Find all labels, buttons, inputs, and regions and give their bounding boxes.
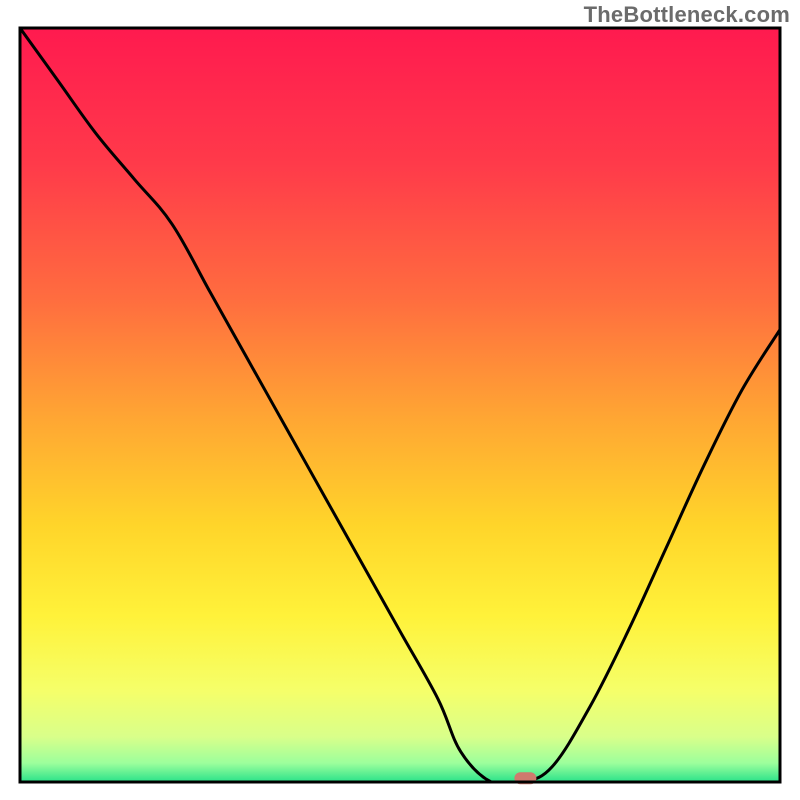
gradient-background [20,28,780,782]
bottleneck-chart [0,0,800,800]
watermark-text: TheBottleneck.com [584,2,790,28]
